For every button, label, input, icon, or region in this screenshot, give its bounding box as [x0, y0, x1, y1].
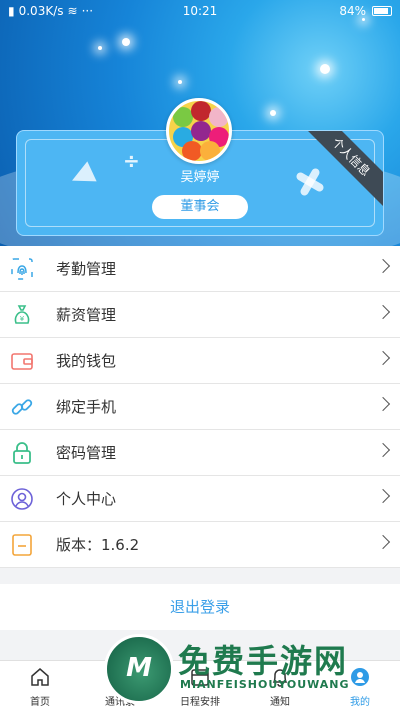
- chevron-right-icon: [375, 442, 391, 458]
- profile-icon: [351, 668, 369, 686]
- menu-item-salary[interactable]: ¥ 薪资管理: [0, 292, 400, 338]
- menu-item-version[interactable]: 版本：1.6.2: [0, 522, 400, 568]
- avatar-tile: [191, 101, 211, 121]
- menu-label: 密码管理: [56, 444, 117, 462]
- menu-item-bind-phone[interactable]: 绑定手机: [0, 384, 400, 430]
- tab-home[interactable]: 首页: [0, 661, 80, 711]
- menu-label: 版本：1.6.2: [56, 536, 140, 554]
- lock-icon: [13, 442, 31, 464]
- money-bag-icon: ¥: [14, 305, 30, 324]
- tab-label: 我的: [350, 697, 370, 708]
- avatar-tile: [182, 141, 202, 161]
- wallet-icon: [11, 353, 33, 370]
- menu-item-attendance[interactable]: 考勤管理: [0, 246, 400, 292]
- avatar-tile: [191, 121, 211, 141]
- menu-label: 我的钱包: [56, 352, 117, 370]
- watermark-logo-letter: M: [126, 653, 152, 683]
- header-background: ▮ 0.03K/s ≋ ··· 10:21 84% ÷ 个人信息 吴婷婷 董事会: [0, 0, 400, 246]
- menu-label: 薪资管理: [56, 306, 117, 324]
- logout-button[interactable]: 退出登录: [0, 584, 400, 630]
- star-decoration: [270, 110, 276, 116]
- status-bar: ▮ 0.03K/s ≋ ··· 10:21 84%: [0, 0, 400, 24]
- menu-item-personal-center[interactable]: 个人中心: [0, 476, 400, 522]
- avatar-tile: [200, 141, 220, 161]
- menu-item-wallet[interactable]: 我的钱包: [0, 338, 400, 384]
- watermark-title: 免费手游网: [178, 642, 349, 680]
- tab-label: 通知: [270, 697, 290, 708]
- svg-text:¥: ¥: [20, 315, 25, 323]
- tab-label: 首页: [30, 697, 50, 708]
- watermark-subtitle: MIANFEISHOUYOUWANG: [180, 678, 350, 691]
- chevron-right-icon: [375, 396, 391, 412]
- chevron-right-icon: [375, 304, 391, 320]
- menu-label: 个人中心: [56, 490, 117, 508]
- avatar[interactable]: [166, 98, 232, 164]
- chevron-right-icon: [375, 258, 391, 274]
- home-icon: [31, 668, 49, 686]
- chevron-right-icon: [375, 350, 391, 366]
- watermark-logo: M: [104, 634, 174, 704]
- user-name: 吴婷婷: [180, 170, 220, 185]
- user-icon: [11, 488, 33, 510]
- battery-percent: 84%: [339, 4, 366, 18]
- menu-label: 绑定手机: [56, 398, 117, 416]
- star-decoration: [320, 64, 330, 74]
- avatar-tile: [173, 107, 193, 127]
- menu-item-password[interactable]: 密码管理: [0, 430, 400, 476]
- chevron-right-icon: [375, 534, 391, 550]
- menu-label: 考勤管理: [56, 260, 117, 278]
- tab-label: 日程安排: [180, 697, 220, 708]
- link-icon: [11, 399, 33, 415]
- avatar-tile: [209, 107, 229, 127]
- star-decoration: [122, 38, 130, 46]
- star-decoration: [98, 46, 102, 50]
- role-badge: 董事会: [152, 195, 248, 219]
- settings-menu: 考勤管理 ¥ 薪资管理 我的钱包 绑定手机 密码管理 个人中心 版本：1.6.2: [0, 246, 400, 568]
- chevron-right-icon: [375, 488, 391, 504]
- fingerprint-icon: [11, 258, 33, 280]
- bookmark-icon: [12, 534, 32, 556]
- battery-icon: [372, 6, 392, 16]
- star-decoration: [178, 80, 182, 84]
